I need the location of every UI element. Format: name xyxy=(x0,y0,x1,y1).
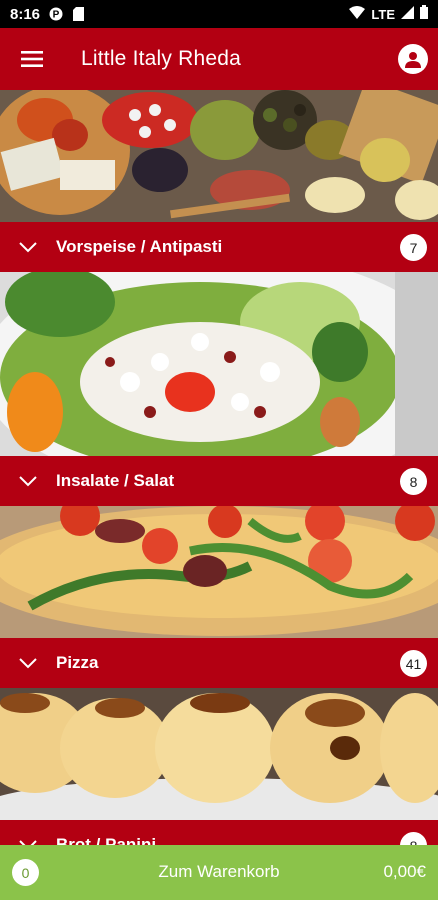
pizza-image[interactable] xyxy=(0,506,438,638)
category-pizza[interactable]: Pizza 41 xyxy=(0,638,438,688)
account-circle-icon xyxy=(405,52,421,68)
battery-icon xyxy=(420,5,428,23)
category-antipasti[interactable]: Vorspeise / Antipasti 7 xyxy=(0,222,438,272)
antipasti-image[interactable] xyxy=(0,90,438,222)
category-label: Pizza xyxy=(56,653,99,672)
app-title: Little Italy Rheda xyxy=(81,47,242,70)
signal-icon xyxy=(401,5,414,23)
cart-bar[interactable]: 0 Zum Warenkorb 0,00€ xyxy=(0,845,438,900)
network-type: LTE xyxy=(371,6,395,22)
category-count-badge: 7 xyxy=(400,234,427,261)
wifi-icon xyxy=(349,5,366,23)
sim-card-icon xyxy=(70,6,86,22)
menu-button[interactable] xyxy=(0,28,64,90)
category-label: Insalate / Salat xyxy=(56,471,175,490)
account-button[interactable] xyxy=(398,44,428,74)
cart-button-label: Zum Warenkorb xyxy=(158,862,280,881)
chevron-down-icon xyxy=(19,241,37,252)
notification-p-icon: P xyxy=(48,6,64,22)
category-salat[interactable]: Insalate / Salat 8 xyxy=(0,456,438,506)
cart-total: 0,00€ xyxy=(383,862,426,881)
app-bar: Little Italy Rheda xyxy=(0,28,438,90)
status-time: 8:16 xyxy=(10,5,41,23)
salad-image[interactable] xyxy=(0,272,438,456)
hamburger-menu-icon xyxy=(21,51,43,67)
status-bar: 8:16 P LTE xyxy=(0,0,438,28)
category-count-badge: 41 xyxy=(400,650,427,677)
chevron-down-icon xyxy=(19,657,37,668)
bread-image[interactable] xyxy=(0,688,438,820)
category-count-badge: 8 xyxy=(400,468,427,495)
svg-text:P: P xyxy=(53,10,60,21)
category-label: Vorspeise / Antipasti xyxy=(56,237,223,256)
chevron-down-icon xyxy=(19,475,37,486)
